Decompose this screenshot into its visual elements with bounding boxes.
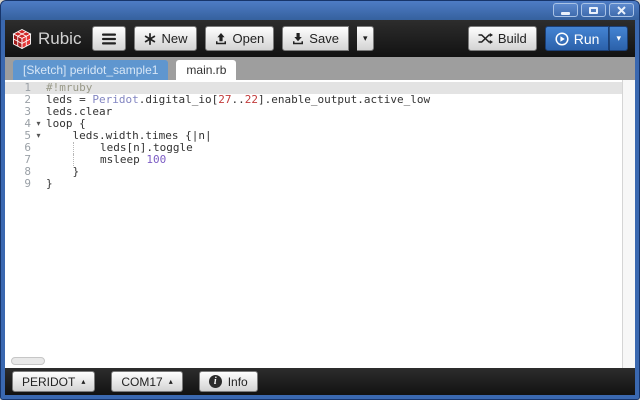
window-controls xyxy=(553,3,634,17)
port-select-button[interactable]: COM17 ▴ xyxy=(111,371,183,392)
app-window: Rubic New Open Save ▾ Build Run ▾ [Sketc… xyxy=(0,0,640,400)
close-icon xyxy=(617,5,626,15)
minimize-icon xyxy=(561,11,570,15)
code-editor[interactable]: 1 #!mruby 2 leds = Peridot.digital_io[27..2… xyxy=(5,80,635,368)
code-text: } xyxy=(46,177,53,190)
code-text: leds = Peridot.digital_io[27..22].enable… xyxy=(46,93,431,106)
code-line[interactable]: 3 leds.clear xyxy=(5,106,635,118)
play-circle-icon xyxy=(555,31,569,46)
build-button[interactable]: Build xyxy=(467,26,537,51)
chevron-up-icon: ▴ xyxy=(168,376,173,386)
new-button-label: New xyxy=(161,31,188,46)
app-name: Rubic xyxy=(38,28,82,48)
chevron-up-icon: ▴ xyxy=(81,376,86,386)
run-button[interactable]: Run xyxy=(544,26,610,51)
save-button-label: Save xyxy=(309,31,339,46)
toolbar-left: Rubic New Open Save ▾ xyxy=(12,26,375,51)
open-button-label: Open xyxy=(232,31,265,46)
code-text: } xyxy=(46,165,80,178)
chevron-down-icon: ▾ xyxy=(362,33,368,43)
line-number: 9 xyxy=(24,177,31,190)
rubic-cube-icon xyxy=(12,28,32,49)
horizontal-scrollbar-thumb[interactable] xyxy=(11,357,45,365)
fold-arrow-icon[interactable]: ▾ xyxy=(31,118,46,130)
run-button-label: Run xyxy=(573,30,600,47)
code-line[interactable]: 8 } xyxy=(5,166,635,178)
status-bar: PERIDOT ▴ COM17 ▴ i Info xyxy=(5,368,635,395)
tab-sketch-peridot-sample1[interactable]: [Sketch] peridot_sample1 xyxy=(13,60,169,80)
code-line[interactable]: 7 msleep 100 xyxy=(5,154,635,166)
maximize-icon xyxy=(589,6,598,14)
info-circle-icon: i xyxy=(208,375,222,388)
tab-main-rb[interactable]: main.rb xyxy=(176,60,237,80)
port-select-label: COM17 xyxy=(121,374,163,389)
shuffle-icon xyxy=(478,33,493,44)
save-split-button: Save ▾ xyxy=(282,26,375,51)
maximize-button[interactable] xyxy=(581,3,606,17)
code-text: msleep 100 xyxy=(72,153,167,166)
vertical-scrollbar[interactable] xyxy=(622,80,635,368)
code-text: leds.clear xyxy=(46,105,113,118)
tab-label: main.rb xyxy=(186,63,227,77)
hamburger-icon xyxy=(102,33,117,45)
code-line[interactable]: 9} xyxy=(5,178,635,190)
app-content: Rubic New Open Save ▾ Build Run ▾ [Sketc… xyxy=(5,20,635,395)
title-bar[interactable] xyxy=(1,1,639,20)
save-dropdown-button[interactable]: ▾ xyxy=(356,26,375,51)
new-button[interactable]: New xyxy=(134,26,198,51)
run-split-button: Run ▾ xyxy=(544,26,628,51)
fold-arrow-icon[interactable]: ▾ xyxy=(31,130,46,142)
tab-bar: [Sketch] peridot_sample1 main.rb xyxy=(5,57,635,80)
info-button[interactable]: i Info xyxy=(198,371,258,392)
toolbar: Rubic New Open Save ▾ Build Run ▾ xyxy=(5,20,635,57)
code-lines: 1 #!mruby 2 leds = Peridot.digital_io[27..2… xyxy=(5,82,635,190)
download-icon xyxy=(292,32,304,45)
build-button-label: Build xyxy=(497,31,527,46)
menu-button[interactable] xyxy=(92,26,127,51)
open-button[interactable]: Open xyxy=(205,26,275,51)
toolbar-right: Build Run ▾ xyxy=(467,26,628,51)
save-button[interactable]: Save xyxy=(282,26,349,51)
asterisk-icon xyxy=(144,32,156,45)
board-select-button[interactable]: PERIDOT ▴ xyxy=(12,371,96,392)
minimize-button[interactable] xyxy=(553,3,578,17)
close-button[interactable] xyxy=(609,3,634,17)
board-select-label: PERIDOT xyxy=(22,374,76,389)
upload-icon xyxy=(215,32,227,45)
info-button-label: Info xyxy=(227,374,248,389)
chevron-down-icon: ▾ xyxy=(616,33,621,43)
tab-label: [Sketch] peridot_sample1 xyxy=(23,63,159,77)
run-dropdown-button[interactable]: ▾ xyxy=(609,26,628,51)
